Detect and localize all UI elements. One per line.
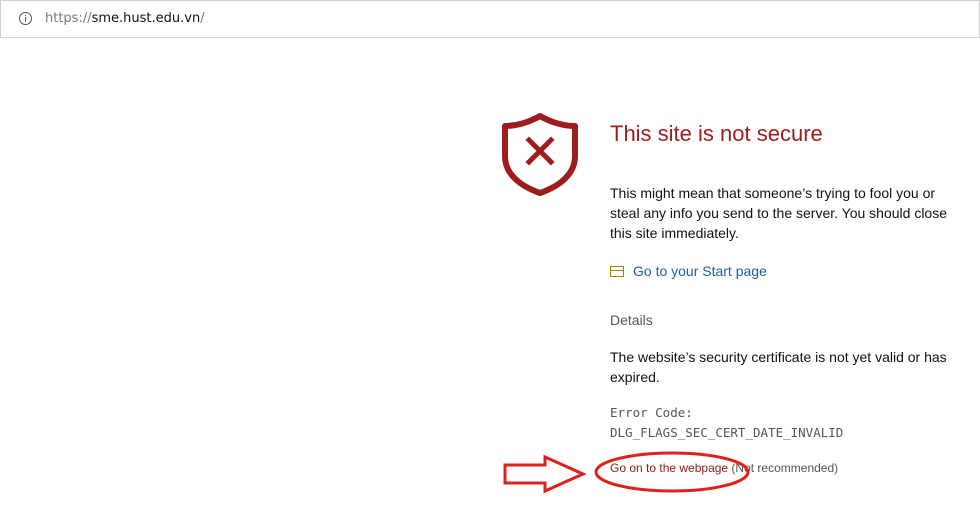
info-icon[interactable] xyxy=(19,12,32,25)
start-page-icon xyxy=(610,266,624,277)
url-path: / xyxy=(200,11,205,26)
details-toggle[interactable]: Details xyxy=(610,312,653,328)
proceed-link[interactable]: Go on to the webpage xyxy=(610,461,728,475)
url-scheme: https:// xyxy=(45,11,92,26)
error-code-value: DLG_FLAGS_SEC_CERT_DATE_INVALID xyxy=(610,425,844,440)
page-title: This site is not secure xyxy=(610,121,823,146)
url-host: sme.hust.edu.vn xyxy=(91,11,201,26)
warning-description: This might mean that someone’s trying to… xyxy=(610,185,948,241)
start-page-link-label: Go to your Start page xyxy=(633,263,767,279)
address-bar[interactable]: https://sme.hust.edu.vn/ xyxy=(0,0,980,38)
error-code-block: Error Code: DLG_FLAGS_SEC_CERT_DATE_INVA… xyxy=(610,403,843,443)
proceed-row: Go on to the webpage (Not recommended) xyxy=(610,461,838,475)
certificate-message: The website’s security certificate is no… xyxy=(610,349,947,385)
shield-x-icon xyxy=(502,113,578,196)
annotation-arrow-icon xyxy=(503,454,587,494)
error-code-label: Error Code: xyxy=(610,405,693,420)
annotation-overlay xyxy=(503,451,750,494)
start-page-link[interactable]: Go to your Start page xyxy=(610,263,767,281)
proceed-note: (Not recommended) xyxy=(728,461,839,475)
url-text[interactable]: https://sme.hust.edu.vn/ xyxy=(45,11,205,26)
